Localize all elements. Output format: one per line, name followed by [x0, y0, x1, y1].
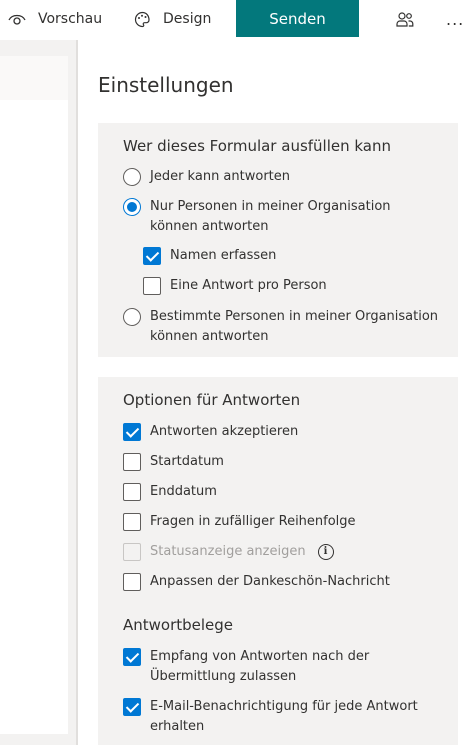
- checkbox-checked[interactable]: [143, 247, 161, 265]
- checkbox-checked[interactable]: [123, 423, 141, 441]
- progress-bar-label: Statusanzeige anzeigen: [150, 544, 306, 559]
- checkbox-email-notification[interactable]: E-Mail-Benachrichtigung für jede Antwort…: [123, 697, 443, 737]
- radio-button-selected[interactable]: [123, 198, 141, 216]
- checkbox-checked[interactable]: [123, 648, 141, 666]
- design-label: Design: [163, 11, 212, 27]
- form-canvas-header: [0, 56, 68, 100]
- radio-org-only-label: Nur Personen in meiner Organisation könn…: [150, 199, 391, 234]
- one-response-label: Eine Antwort pro Person: [170, 278, 327, 293]
- who-can-fill-section: Wer dieses Formular ausfüllen kann Jeder…: [98, 123, 458, 357]
- info-icon[interactable]: i: [317, 544, 334, 560]
- shuffle-questions-label: Fragen in zufälliger Reihenfolge: [150, 514, 356, 529]
- preview-label: Vorschau: [38, 11, 103, 27]
- share-button[interactable]: [396, 0, 414, 38]
- settings-panel: Einstellungen Wer dieses Formular ausfül…: [78, 40, 467, 745]
- eye-icon: [8, 14, 26, 25]
- radio-anyone[interactable]: Jeder kann antworten: [123, 167, 443, 187]
- more-options-button[interactable]: ...: [446, 0, 464, 38]
- checkbox-record-names[interactable]: Namen erfassen: [143, 246, 463, 266]
- accept-responses-label: Antworten akzeptieren: [150, 424, 299, 439]
- record-names-label: Namen erfassen: [170, 248, 277, 263]
- form-card: [0, 100, 68, 734]
- design-button[interactable]: Design: [134, 0, 211, 38]
- panel-title: Einstellungen: [98, 73, 234, 97]
- palette-icon: [134, 11, 150, 27]
- end-date-label: Enddatum: [150, 484, 217, 499]
- checkbox-accept-responses[interactable]: Antworten akzeptieren: [123, 422, 443, 442]
- radio-specific-people-label: Bestimmte Personen in meiner Organisatio…: [150, 309, 439, 344]
- radio-org-only[interactable]: Nur Personen in meiner Organisation könn…: [123, 197, 443, 237]
- checkbox-progress-bar: Statusanzeige anzeigen i: [123, 542, 443, 562]
- checkbox-thank-you-message[interactable]: Anpassen der Dankeschön-Nachricht: [123, 572, 443, 592]
- checkbox-receipt[interactable]: Empfang von Antworten nach der Übermittl…: [123, 647, 443, 687]
- receipt-label: Empfang von Antworten nach der Übermittl…: [150, 649, 370, 684]
- checkbox-unchecked[interactable]: [123, 573, 141, 591]
- response-options-title: Optionen für Antworten: [123, 391, 301, 409]
- checkbox-checked[interactable]: [123, 698, 141, 716]
- checkbox-disabled: [123, 543, 141, 561]
- more-icon: ...: [446, 9, 465, 29]
- radio-button[interactable]: [123, 168, 141, 186]
- checkbox-unchecked[interactable]: [123, 513, 141, 531]
- radio-specific-people[interactable]: Bestimmte Personen in meiner Organisatio…: [123, 307, 443, 347]
- send-label: Senden: [269, 9, 326, 28]
- start-date-label: Startdatum: [150, 454, 224, 469]
- send-button[interactable]: Senden: [236, 0, 359, 37]
- response-options-section: Optionen für Antworten Antworten akzepti…: [98, 377, 458, 745]
- thank-you-message-label: Anpassen der Dankeschön-Nachricht: [150, 574, 390, 589]
- checkbox-shuffle-questions[interactable]: Fragen in zufälliger Reihenfolge: [123, 512, 443, 532]
- people-icon: [396, 12, 414, 27]
- checkbox-one-response[interactable]: Eine Antwort pro Person: [143, 276, 463, 296]
- email-notification-label: E-Mail-Benachrichtigung für jede Antwort…: [150, 699, 418, 734]
- checkbox-start-date[interactable]: Startdatum: [123, 452, 443, 472]
- top-toolbar: Vorschau Design Senden ...: [0, 0, 467, 40]
- preview-button[interactable]: Vorschau: [8, 0, 102, 38]
- radio-anyone-label: Jeder kann antworten: [150, 169, 291, 184]
- receipts-title: Antwortbelege: [123, 616, 234, 634]
- checkbox-unchecked[interactable]: [123, 453, 141, 471]
- who-can-fill-title: Wer dieses Formular ausfüllen kann: [123, 137, 392, 155]
- checkbox-end-date[interactable]: Enddatum: [123, 482, 443, 502]
- radio-button[interactable]: [123, 308, 141, 326]
- checkbox-unchecked[interactable]: [123, 483, 141, 501]
- checkbox-unchecked[interactable]: [143, 277, 161, 295]
